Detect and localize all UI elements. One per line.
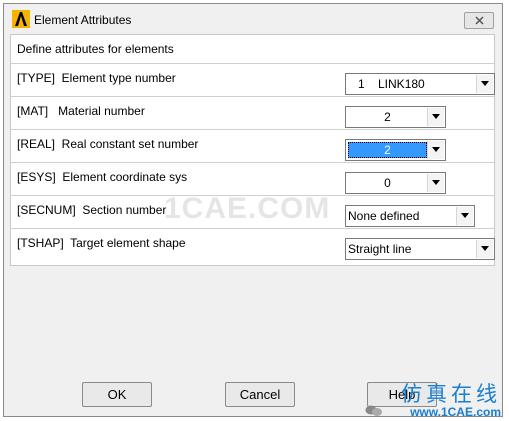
dropdown-arrow[interactable] <box>456 207 473 225</box>
cancel-button[interactable]: Cancel <box>225 382 295 407</box>
select-value: Straight line <box>348 242 412 256</box>
row-tshap: [TSHAP] Target element shape Straight li… <box>11 228 495 261</box>
attributes-panel: Define attributes for elements [TYPE] El… <box>10 34 495 266</box>
row-secnum: [SECNUM] Section number None defined <box>11 195 494 228</box>
chevron-down-icon <box>432 114 440 119</box>
title-bar[interactable]: Element Attributes <box>4 4 502 34</box>
row-label: [REAL] Real constant set number <box>17 137 199 151</box>
chevron-down-icon <box>461 213 469 218</box>
element-attributes-dialog: Element Attributes Define attributes for… <box>3 3 503 417</box>
panel-header: Define attributes for elements <box>17 42 174 56</box>
real-constant-select[interactable]: 2 <box>345 139 446 161</box>
dropdown-arrow[interactable] <box>427 141 444 159</box>
close-icon <box>475 16 484 25</box>
row-mat: [MAT] Material number 2 <box>11 96 494 129</box>
close-button[interactable] <box>464 12 494 29</box>
row-label: [SECNUM] Section number <box>17 203 167 217</box>
window-title: Element Attributes <box>34 13 132 27</box>
wechat-icon <box>365 405 382 416</box>
row-label: [TYPE] Element type number <box>17 71 176 85</box>
brand-url: www.1CAE.com <box>410 405 501 419</box>
row-label: [TSHAP] Target element shape <box>17 236 186 250</box>
target-shape-select[interactable]: Straight line <box>345 238 495 260</box>
row-label: [MAT] Material number <box>17 104 145 118</box>
dropdown-arrow[interactable] <box>476 240 493 258</box>
ansys-logo-icon <box>12 10 30 28</box>
chevron-down-icon <box>432 180 440 185</box>
select-value: 2 <box>348 142 427 158</box>
row-label: [ESYS] Element coordinate sys <box>17 170 188 184</box>
row-esys: [ESYS] Element coordinate sys 0 <box>11 162 494 195</box>
row-real: [REAL] Real constant set number 2 <box>11 129 494 162</box>
chevron-down-icon <box>481 246 489 251</box>
brand-chinese: 仿真在线 <box>401 382 501 406</box>
dropdown-arrow[interactable] <box>427 108 444 126</box>
section-select[interactable]: None defined <box>345 205 475 227</box>
dropdown-arrow[interactable] <box>427 174 444 192</box>
select-value: 0 <box>384 176 391 190</box>
row-type: [TYPE] Element type number 1 LINK180 <box>11 63 495 96</box>
brand-watermark: 仿真在线 www.1CAE.com <box>401 383 501 419</box>
select-value: 1 LINK180 <box>358 77 425 91</box>
chevron-down-icon <box>481 81 489 86</box>
type-select[interactable]: 1 LINK180 <box>345 73 495 95</box>
dropdown-arrow[interactable] <box>476 75 493 93</box>
select-value: None defined <box>348 209 420 223</box>
esys-select[interactable]: 0 <box>345 172 446 194</box>
ok-button[interactable]: OK <box>82 382 152 407</box>
chevron-down-icon <box>432 147 440 152</box>
material-select[interactable]: 2 <box>345 106 446 128</box>
select-value: 2 <box>384 110 391 124</box>
